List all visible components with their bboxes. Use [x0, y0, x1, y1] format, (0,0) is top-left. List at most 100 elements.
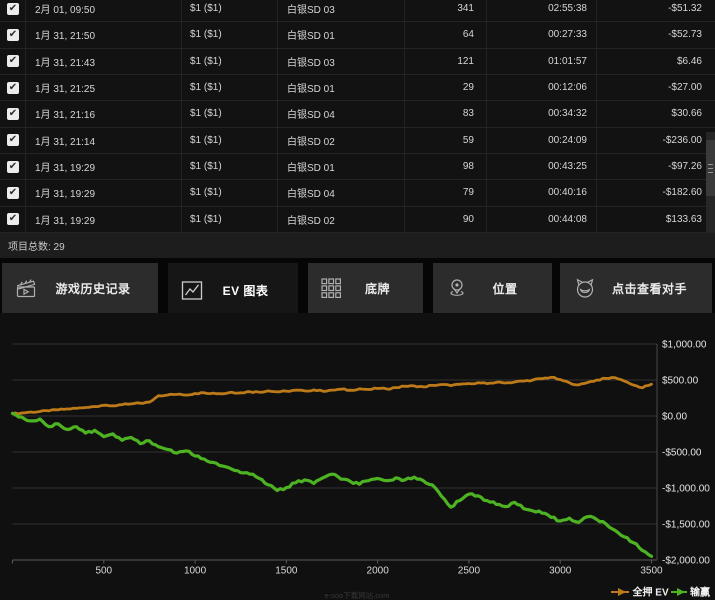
row-checkbox[interactable]: ✔	[7, 108, 19, 120]
svg-text:3000: 3000	[549, 566, 572, 577]
cell-game: 白银SD 02	[278, 128, 405, 153]
row-checkbox-cell: ✔	[0, 22, 26, 47]
table-scrollbar[interactable]	[706, 132, 715, 232]
cell-duration: 00:34:32	[487, 101, 597, 126]
svg-text:-$500.00: -$500.00	[662, 448, 702, 459]
sessions-table: ✔2月 01, 09:50$1 ($1)白银SD 0334102:55:38-$…	[0, 0, 715, 233]
svg-text:-$1,000.00: -$1,000.00	[662, 484, 710, 495]
row-checkbox[interactable]: ✔	[7, 187, 19, 199]
cell-stakes: $1 ($1)	[182, 128, 278, 153]
tab-label: 点击查看对手	[597, 280, 712, 297]
cell-date: 1月 31, 21:16	[26, 101, 182, 126]
cell-stakes: $1 ($1)	[182, 154, 278, 179]
table-row[interactable]: ✔ 1月 31, 19:29$1 ($1)白银SD 029000:44:08$13…	[0, 207, 715, 233]
cell-result: -$182.60	[597, 180, 715, 205]
cell-hands: 98	[405, 154, 487, 179]
row-checkbox[interactable]: ✔	[7, 29, 19, 41]
cell-result: -$236.00	[597, 128, 715, 153]
row-checkbox[interactable]: ✔	[7, 213, 19, 225]
tab-hole-cards[interactable]: 底牌	[308, 263, 423, 313]
cell-duration: 00:43:25	[487, 154, 597, 179]
cell-hands: 64	[405, 22, 487, 47]
cell-stakes: $1 ($1)	[182, 207, 278, 232]
cell-date: 1月 31, 19:29	[26, 207, 182, 232]
cell-duration: 00:40:16	[487, 180, 597, 205]
cell-result: -$52.73	[597, 22, 715, 47]
location-pin-icon	[446, 277, 468, 299]
svg-text:2500: 2500	[458, 566, 481, 577]
ev-chart-panel: $1,000.00$500.00$0.00-$500.00-$1,000.00-…	[0, 313, 715, 600]
row-checkbox-cell: ✔	[0, 207, 26, 232]
svg-text:全押 EV: 全押 EV	[632, 586, 669, 599]
svg-text:$0.00: $0.00	[662, 412, 687, 423]
total-count-label: 项目总数: 29	[8, 238, 65, 253]
svg-text:$500.00: $500.00	[662, 376, 699, 387]
tab-label: 游戏历史记录	[38, 280, 158, 297]
table-row[interactable]: ✔ 1月 31, 21:50$1 ($1)白银SD 016400:27:33-$5…	[0, 22, 715, 48]
cell-stakes: $1 ($1)	[182, 0, 278, 21]
cell-duration: 00:27:33	[487, 22, 597, 47]
cell-hands: 83	[405, 101, 487, 126]
cell-duration: 00:24:09	[487, 128, 597, 153]
cell-game: 白银SD 04	[278, 180, 405, 205]
cell-date: 1月 31, 21:50	[26, 22, 182, 47]
cell-hands: 90	[405, 207, 487, 232]
svg-text:1000: 1000	[184, 566, 207, 577]
cell-game: 白银SD 03	[278, 49, 405, 74]
cell-date: 2月 01, 09:50	[26, 0, 182, 21]
row-checkbox-cell: ✔	[0, 75, 26, 100]
cell-stakes: $1 ($1)	[182, 180, 278, 205]
table-row[interactable]: ✔1月 31, 21:16$1 ($1)白银SD 048300:34:32$30…	[0, 101, 715, 127]
table-row[interactable]: ✔1月 31, 21:43$1 ($1)白银SD 0312101:01:57$6…	[0, 49, 715, 75]
cell-game: 白银SD 01	[278, 22, 405, 47]
tab-position[interactable]: 位置	[433, 263, 552, 313]
table-row[interactable]: ✔ 1月 31, 19:29$1 ($1)白银SD 019800:43:25-$9…	[0, 154, 715, 180]
cell-date: 1月 31, 21:14	[26, 128, 182, 153]
table-row[interactable]: ✔ 1月 31, 21:14$1 ($1)白银SD 025900:24:09-$2…	[0, 128, 715, 154]
svg-text:500: 500	[95, 566, 112, 577]
svg-text:e-soo下载网站.com: e-soo下载网站.com	[324, 590, 389, 600]
line-chart-icon	[181, 280, 203, 301]
cell-hands: 59	[405, 128, 487, 153]
table-row[interactable]: ✔1月 31, 19:29$1 ($1)白银SD 047900:40:16-$1…	[0, 180, 715, 206]
cell-result: -$97.26	[597, 154, 715, 179]
cell-hands: 341	[405, 0, 487, 21]
table-row[interactable]: ✔2月 01, 09:50$1 ($1)白银SD 0334102:55:38-$…	[0, 0, 715, 22]
svg-text:3500: 3500	[640, 566, 663, 577]
row-checkbox-cell: ✔	[0, 49, 26, 74]
table-row[interactable]: ✔1月 31, 21:25$1 ($1)白银SD 012900:12:06-$2…	[0, 75, 715, 101]
cell-duration: 02:55:38	[487, 0, 597, 21]
cell-result: $30.66	[597, 101, 715, 126]
cell-duration: 00:44:08	[487, 207, 597, 232]
ev-chart[interactable]: $1,000.00$500.00$0.00-$500.00-$1,000.00-…	[0, 313, 715, 600]
clapperboard-icon	[15, 278, 38, 299]
tab-ev-chart[interactable]: EV 图表	[168, 263, 298, 318]
row-checkbox-cell: ✔	[0, 128, 26, 153]
summary-bar: 项目总数: 29	[0, 233, 715, 258]
tab-opponents[interactable]: 点击查看对手	[560, 263, 712, 313]
row-checkbox[interactable]: ✔	[7, 82, 19, 94]
cell-game: 白银SD 01	[278, 154, 405, 179]
tab-game-history[interactable]: 游戏历史记录	[2, 263, 158, 313]
cell-date: 1月 31, 19:29	[26, 154, 182, 179]
scrollbar-thumb[interactable]	[706, 140, 715, 196]
row-checkbox[interactable]: ✔	[7, 134, 19, 146]
row-checkbox[interactable]: ✔	[7, 55, 19, 67]
cell-hands: 29	[405, 75, 487, 100]
tab-label: EV 图表	[203, 282, 298, 299]
poker-tracker-window: ✔2月 01, 09:50$1 ($1)白银SD 0334102:55:38-$…	[0, 0, 715, 600]
row-checkbox[interactable]: ✔	[7, 161, 19, 173]
cell-result: $133.63	[597, 207, 715, 232]
cell-game: 白银SD 04	[278, 101, 405, 126]
tab-label: 位置	[468, 280, 552, 297]
svg-text:-$2,000.00: -$2,000.00	[662, 556, 710, 567]
cell-date: 1月 31, 21:25	[26, 75, 182, 100]
cell-game: 白银SD 02	[278, 207, 405, 232]
cell-stakes: $1 ($1)	[182, 22, 278, 47]
cell-hands: 79	[405, 180, 487, 205]
row-checkbox-cell: ✔	[0, 101, 26, 126]
cell-duration: 00:12:06	[487, 75, 597, 100]
cell-stakes: $1 ($1)	[182, 49, 278, 74]
row-checkbox[interactable]: ✔	[7, 3, 19, 15]
svg-text:2000: 2000	[367, 566, 390, 577]
